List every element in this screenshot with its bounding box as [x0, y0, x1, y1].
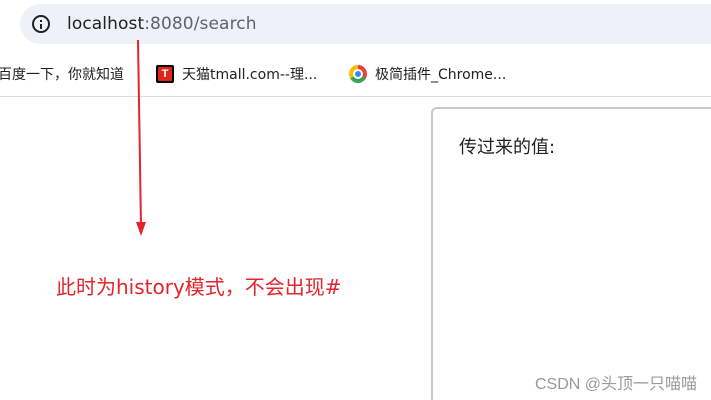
bookmark-label: 天猫tmall.com--理... — [182, 67, 318, 83]
passed-value-label: 传过来的值: — [459, 137, 556, 158]
bookmark-label: 极简插件_Chrome... — [375, 67, 507, 83]
annotation-text: 此时为history模式，不会出现# — [56, 275, 342, 299]
annotation-arrow — [136, 39, 146, 236]
info-icon[interactable] — [32, 15, 50, 33]
bookmark-baidu[interactable]: 百度一下，你就知道 — [0, 63, 124, 85]
tmall-icon: T — [156, 65, 174, 83]
url-text[interactable]: localhost:8080/search — [67, 14, 257, 34]
url-host: localhost — [67, 14, 145, 34]
bookmarks-bar: 百度一下，你就知道 T 天猫tmall.com--理... 极简插件_Chrom… — [0, 52, 711, 97]
address-bar-row: localhost:8080/search — [0, 0, 711, 52]
result-panel: 传过来的值: — [431, 107, 711, 400]
watermark: CSDN @头顶一只喵喵 — [534, 376, 697, 393]
page: localhost:8080/search 百度一下，你就知道 T 天猫tmal… — [0, 0, 711, 400]
bookmark-chrome-plugins[interactable]: 极简插件_Chrome... — [349, 63, 506, 85]
bookmark-label: 百度一下，你就知道 — [0, 67, 124, 83]
address-bar[interactable]: localhost:8080/search — [20, 4, 711, 44]
chrome-icon — [349, 65, 367, 83]
bookmark-tmall[interactable]: T 天猫tmall.com--理... — [156, 63, 317, 85]
url-path: :8080/search — [144, 14, 257, 34]
